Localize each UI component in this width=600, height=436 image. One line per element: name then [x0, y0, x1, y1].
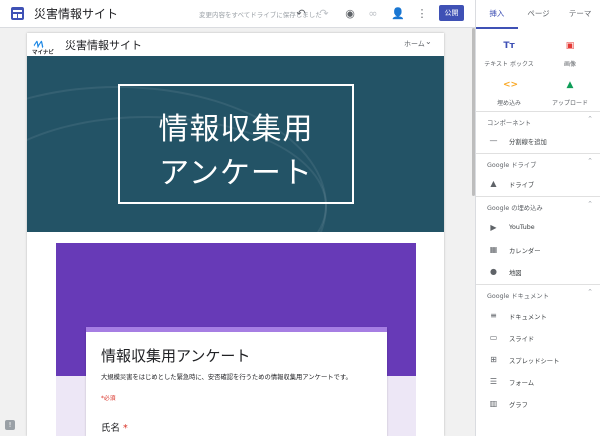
active-tab-indicator	[476, 27, 518, 29]
panel-item-label: グラフ	[509, 402, 528, 409]
panel-item-divider[interactable]: — 分割線を追加	[476, 131, 600, 151]
slides-icon: ▭	[489, 333, 498, 342]
page-site-name[interactable]: 災害情報サイト	[65, 37, 142, 53]
form-title: 情報収集用アンケート	[101, 347, 251, 365]
panel-item-label: ドキュメント	[509, 314, 547, 321]
collapse-icon[interactable]: ⌃	[587, 288, 593, 296]
panel-item-slides[interactable]: ▭ スライド	[476, 328, 600, 348]
link-icon[interactable]: ∞	[366, 7, 380, 21]
insert-panel: 挿入 ページ テーマ Tт テキスト ボックス ▣ 画像 <> 埋め込み ▲ ア…	[475, 0, 600, 436]
panel-item-drive[interactable]: ▲ ドライブ	[476, 174, 600, 194]
panel-item-sheets[interactable]: ⊞ スプレッドシート	[476, 350, 600, 370]
mynavi-logo[interactable]: ﾍﾍ マイナビ	[32, 36, 58, 56]
tab-insert[interactable]: 挿入	[476, 0, 518, 29]
embedded-form[interactable]: 情報収集用アンケート 大規模災害をはじめとした緊急時に、安否確認を行うための情報…	[86, 327, 387, 436]
panel-item-forms[interactable]: ☰ フォーム	[476, 372, 600, 392]
panel-tabs: 挿入 ページ テーマ	[476, 0, 600, 29]
section-google-drive[interactable]: Google ドライブ ⌃	[476, 153, 600, 173]
youtube-icon: ▶	[490, 223, 497, 232]
site-page: ﾍﾍ マイナビ 災害情報サイト ホーム ⌄ 情報収集用 アンケート 情報収集用ア…	[27, 33, 444, 436]
divider-icon: —	[489, 136, 498, 145]
publish-button[interactable]: 公開	[439, 5, 464, 21]
panel-item-youtube[interactable]: ▶ YouTube	[476, 218, 600, 238]
insert-embed[interactable]: <> 埋め込み	[478, 79, 540, 107]
panel-item-label: YouTube	[509, 224, 535, 231]
undo-icon[interactable]: ↶	[294, 7, 308, 21]
image-icon: ▣	[565, 41, 575, 51]
panel-item-label: スライド	[509, 336, 535, 343]
hero-title-box: 情報収集用 アンケート	[118, 84, 354, 204]
section-google-embeds[interactable]: Google の埋め込み ⌃	[476, 196, 600, 216]
panel-item-label: 分割線を追加	[509, 139, 547, 146]
panel-item-label: フォーム	[509, 380, 534, 387]
hero-title-line-1: 情報収集用	[158, 112, 314, 147]
section-title: コンポーネント	[487, 120, 532, 127]
share-add-person-icon[interactable]: 👤	[391, 7, 405, 21]
feedback-icon[interactable]: !	[5, 420, 15, 430]
section-title: Google の埋め込み	[487, 205, 543, 212]
drive-icon: ▲	[490, 179, 497, 188]
panel-item-calendar[interactable]: ▦ カレンダー	[476, 240, 600, 260]
panel-item-docs[interactable]: ≡ ドキュメント	[476, 306, 600, 326]
section-title: Google ドキュメント	[487, 293, 549, 300]
map-pin-icon: ●	[490, 267, 497, 276]
required-star: *	[123, 423, 128, 434]
insert-item-label: 埋め込み	[496, 100, 521, 107]
section-google-docs[interactable]: Google ドキュメント ⌃	[476, 284, 600, 304]
hero-banner[interactable]: 情報収集用 アンケート	[27, 56, 444, 232]
collapse-icon[interactable]: ⌃	[587, 200, 593, 208]
nav-home[interactable]: ホーム	[404, 39, 425, 49]
insert-item-label: テキスト ボックス	[484, 61, 534, 68]
forms-icon: ☰	[489, 377, 498, 386]
logo-text: マイナビ	[32, 50, 54, 56]
upload-icon: ▲	[566, 80, 574, 90]
calendar-icon: ▦	[489, 245, 498, 254]
form-field-name-label: 氏名 *	[101, 420, 128, 434]
field-label-text: 氏名	[101, 423, 121, 434]
collapse-icon[interactable]: ⌃	[587, 115, 593, 123]
insert-upload[interactable]: ▲ アップロード	[539, 79, 600, 107]
site-title[interactable]: 災害情報サイト	[34, 5, 118, 22]
section-title: Google ドライブ	[487, 162, 537, 169]
tab-themes[interactable]: テーマ	[559, 0, 600, 29]
insert-item-label: 画像	[563, 61, 576, 68]
editor-canvas: ﾍﾍ マイナビ 災害情報サイト ホーム ⌄ 情報収集用 アンケート 情報収集用ア…	[0, 28, 472, 436]
sheets-icon: ⊞	[490, 355, 497, 364]
tab-pages[interactable]: ページ	[518, 0, 560, 29]
docs-icon: ≡	[490, 311, 497, 320]
preview-eye-icon[interactable]: ◉	[343, 7, 357, 21]
top-bar: 災害情報サイト 変更内容をすべてドライブに保存しました ↶ ↷ ◉ ∞ 👤 ⋮ …	[0, 0, 475, 28]
form-description: 大規模災害をはじめとした緊急時に、安否確認を行うための情報収集用アンケートです。	[101, 374, 352, 381]
panel-item-charts[interactable]: ▥ グラフ	[476, 394, 600, 414]
redo-icon[interactable]: ↷	[317, 7, 331, 21]
panel-item-map[interactable]: ● 地図	[476, 262, 600, 282]
panel-item-label: 地図	[509, 270, 522, 277]
charts-icon: ▥	[489, 399, 498, 408]
insert-text-box[interactable]: Tт テキスト ボックス	[478, 40, 540, 68]
hero-title-line-2: アンケート	[159, 156, 313, 191]
page-header: ﾍﾍ マイナビ 災害情報サイト ホーム ⌄	[27, 33, 444, 56]
more-vert-icon[interactable]: ⋮	[415, 7, 429, 21]
panel-item-label: ドライブ	[509, 182, 535, 189]
panel-item-label: スプレッドシート	[509, 358, 560, 365]
form-required-note: *必須	[101, 396, 116, 402]
insert-item-label: アップロード	[551, 100, 588, 107]
insert-image[interactable]: ▣ 画像	[539, 40, 600, 68]
embed-icon: <>	[503, 80, 519, 90]
panel-item-label: カレンダー	[509, 248, 541, 255]
sites-app-icon[interactable]	[11, 7, 24, 20]
chevron-down-icon[interactable]: ⌄	[425, 37, 432, 46]
section-components[interactable]: コンポーネント ⌃	[476, 111, 600, 131]
text-box-icon: Tт	[503, 41, 515, 51]
collapse-icon[interactable]: ⌃	[587, 157, 593, 165]
